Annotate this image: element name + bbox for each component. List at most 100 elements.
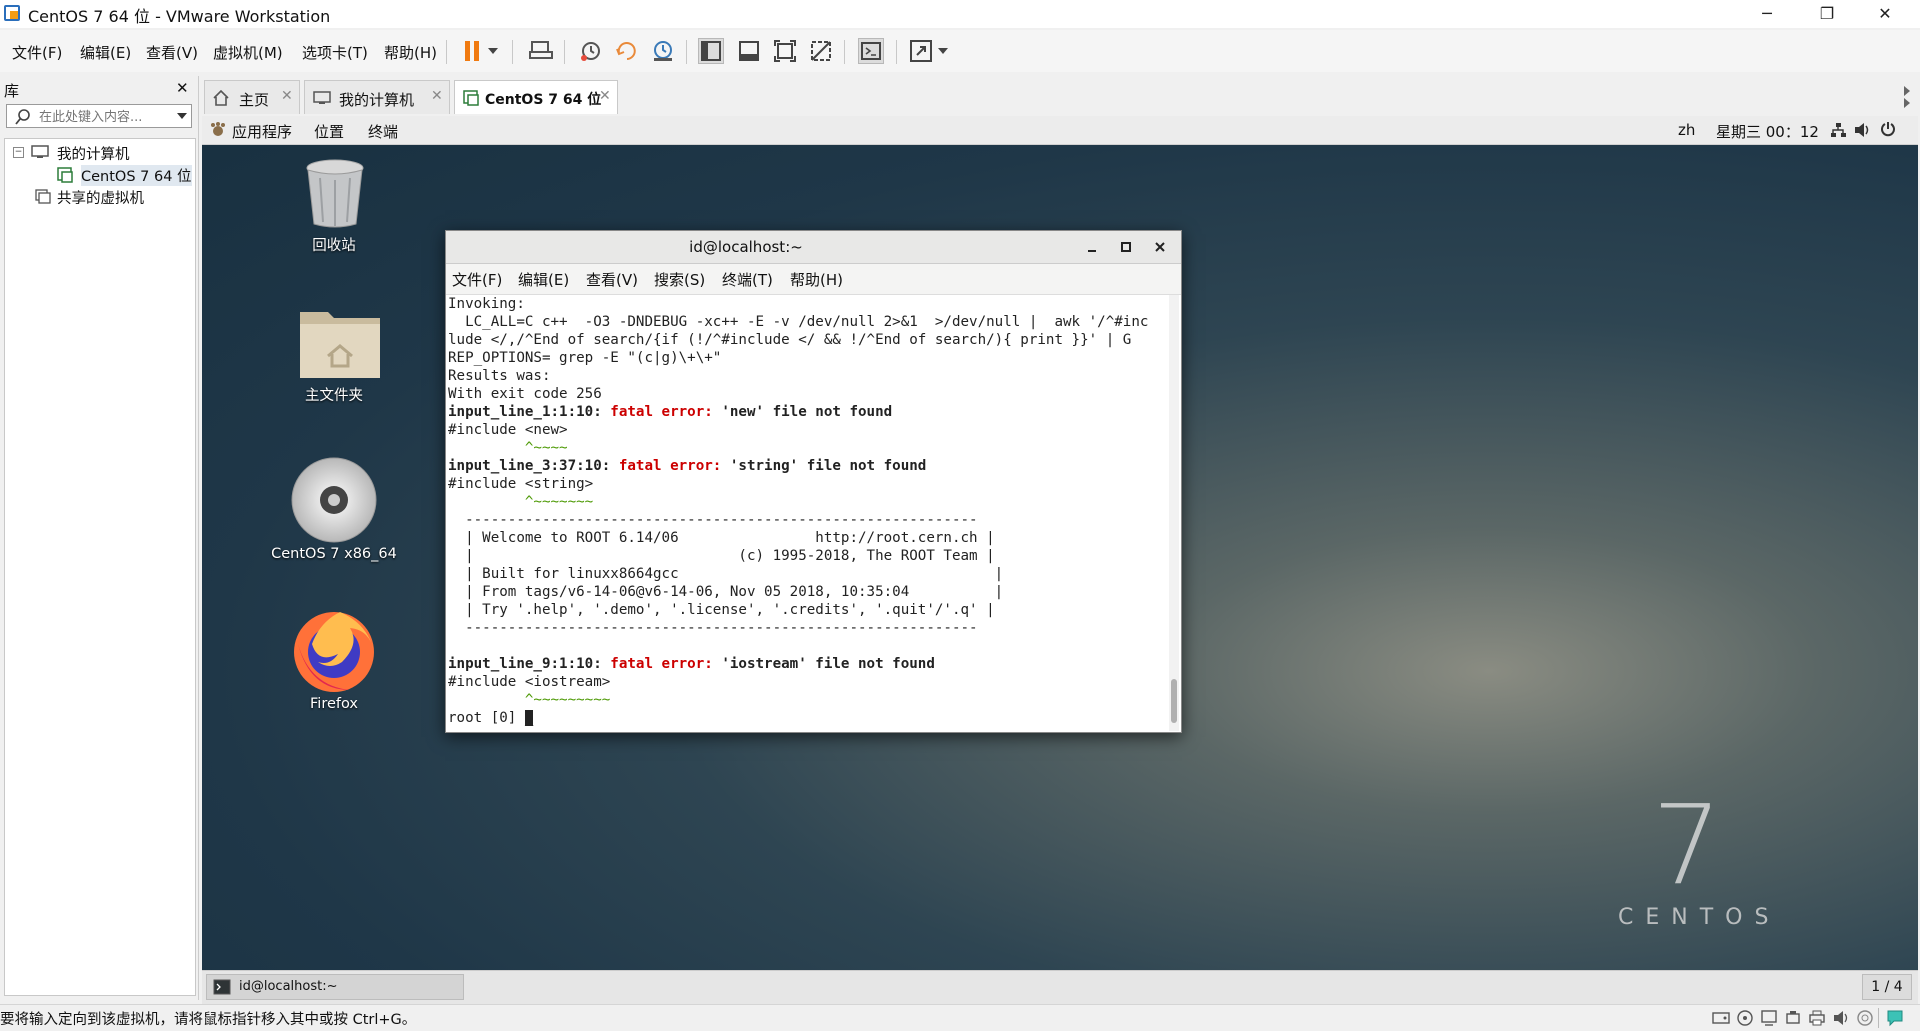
vm-icon — [57, 167, 73, 183]
terminal-scrollbar-thumb[interactable] — [1171, 679, 1177, 723]
trash-icon — [306, 159, 364, 228]
root-banner-line: | Welcome to ROOT 6.14/06 http://root.ce… — [448, 530, 995, 546]
terminal-icon — [213, 979, 231, 995]
message-log-icon[interactable] — [1886, 1009, 1904, 1027]
desktop-icon-dvd[interactable]: CentOS 7 x86_64 — [264, 454, 404, 564]
send-ctrl-alt-del-icon[interactable] — [528, 38, 554, 64]
desktop-label-firefox: Firefox — [310, 696, 358, 712]
tree-item-my-computer[interactable]: 我的计算机 — [57, 143, 130, 164]
terminal-menu-search[interactable]: 搜索(S) — [654, 269, 705, 290]
menu-file[interactable]: 文件(F) — [12, 42, 62, 63]
term-line: REP_OPTIONS= grep -E "(c|g)\+\+" — [448, 350, 722, 366]
gnome-applications-menu[interactable]: 应用程序 — [232, 121, 292, 142]
error-caret: ^~~~~~~~ — [448, 494, 594, 510]
minimize-icon[interactable] — [1086, 241, 1098, 253]
gnome-terminal-menu[interactable]: 终端 — [368, 121, 398, 142]
close-icon[interactable] — [1154, 241, 1166, 253]
volume-icon[interactable] — [1854, 122, 1872, 138]
console-view-icon[interactable] — [858, 38, 884, 64]
chevron-down-icon[interactable] — [486, 38, 500, 64]
stretch-guest-icon[interactable] — [908, 38, 934, 64]
error-label: fatal error: — [610, 404, 722, 420]
root-banner-line: ----------------------------------------… — [448, 512, 978, 528]
usb-icon[interactable] — [1784, 1009, 1802, 1027]
library-tree: − 我的计算机 CentOS 7 64 位 共享的虚拟机 — [4, 138, 196, 996]
search-icon — [15, 109, 30, 125]
tab-close-icon[interactable]: ✕ — [281, 88, 293, 104]
display-icon[interactable] — [1856, 1009, 1874, 1027]
library-search[interactable] — [6, 104, 192, 128]
input-language[interactable]: zh — [1678, 121, 1695, 139]
terminal-menu-bar: 文件(F) 编辑(E) 查看(V) 搜索(S) 终端(T) 帮助(H) — [446, 264, 1181, 295]
menu-vm[interactable]: 虚拟机(M) — [213, 42, 283, 63]
term-line: Invoking: — [448, 296, 525, 312]
optical-disc-icon — [291, 457, 377, 543]
gnome-clock[interactable]: 星期三 00：12 — [1716, 121, 1819, 142]
chevron-down-icon[interactable] — [177, 113, 187, 119]
show-library-icon[interactable] — [698, 38, 724, 64]
centos-brand-number: 7 — [1652, 781, 1722, 909]
chevron-down-icon[interactable] — [936, 38, 950, 64]
full-screen-icon[interactable] — [772, 38, 798, 64]
thumbnail-bar-icon[interactable] — [736, 38, 762, 64]
terminal-menu-help[interactable]: 帮助(H) — [790, 269, 843, 290]
minimize-button[interactable]: ─ — [1744, 0, 1790, 28]
gnome-window-list: id@localhost:~ 1 / 4 — [202, 970, 1918, 1005]
tab-centos-label: CentOS 7 64 位 — [485, 92, 602, 108]
tab-close-icon[interactable]: ✕ — [599, 88, 611, 104]
terminal-window[interactable]: id@localhost:~ 文件(F) 编辑(E) 查看(V) 搜索(S) 终… — [445, 230, 1182, 733]
status-bar: 要将输入定向到该虚拟机，请将鼠标指针移入其中或按 Ctrl+G。 — [0, 1004, 1920, 1031]
power-icon[interactable] — [1880, 121, 1896, 137]
terminal-output[interactable]: Invoking: LC_ALL=C c++ -O3 -DNDEBUG -xc+… — [448, 295, 1168, 727]
terminal-menu-file[interactable]: 文件(F) — [452, 269, 502, 290]
workspace-indicator[interactable]: 1 / 4 — [1862, 974, 1912, 1000]
unity-icon[interactable] — [808, 38, 834, 64]
gnome-top-bar: 应用程序 位置 终端 zh 星期三 00：12 — [202, 116, 1918, 145]
desktop-icon-home[interactable]: 主文件夹 — [264, 306, 404, 416]
tab-my-computer[interactable]: 我的计算机 ✕ — [304, 80, 450, 114]
library-close-button[interactable]: ✕ — [176, 79, 189, 97]
menu-edit[interactable]: 编辑(E) — [80, 42, 131, 63]
collapse-icon[interactable]: − — [13, 147, 24, 158]
network-icon[interactable] — [1830, 122, 1846, 138]
library-search-input[interactable] — [37, 107, 169, 127]
gnome-places-menu[interactable]: 位置 — [314, 121, 344, 142]
snapshot-icon[interactable] — [578, 38, 604, 64]
tab-home[interactable]: 主页 ✕ — [204, 80, 300, 114]
terminal-menu-view[interactable]: 查看(V) — [586, 269, 638, 290]
tab-scroll-right-icon[interactable] — [1902, 82, 1914, 112]
desktop-icon-firefox[interactable]: Firefox — [264, 604, 404, 714]
hard-disk-icon[interactable] — [1712, 1010, 1730, 1026]
menu-toolbar: 文件(F) 编辑(E) 查看(V) 虚拟机(M) 选项卡(T) 帮助(H) — [0, 30, 1920, 72]
vm-screen[interactable]: 应用程序 位置 终端 zh 星期三 00：12 回收站 主文件夹 CentOS … — [202, 116, 1918, 970]
maximize-icon[interactable] — [1120, 241, 1132, 253]
taskbar-item-terminal[interactable]: id@localhost:~ — [206, 974, 464, 1000]
cd-drive-icon[interactable] — [1736, 1009, 1754, 1027]
firefox-icon — [294, 612, 374, 692]
window-title: CentOS 7 64 位 - VMware Workstation — [28, 7, 331, 26]
desktop-icon-trash[interactable]: 回收站 — [264, 156, 404, 266]
menu-help[interactable]: 帮助(H) — [384, 42, 437, 63]
pause-icon[interactable] — [460, 38, 486, 64]
tree-item-shared-vms[interactable]: 共享的虚拟机 — [57, 187, 144, 208]
tab-centos[interactable]: CentOS 7 64 位 ✕ — [454, 80, 618, 114]
terminal-menu-terminal[interactable]: 终端(T) — [722, 269, 773, 290]
terminal-menu-edit[interactable]: 编辑(E) — [518, 269, 569, 290]
tree-item-centos[interactable]: CentOS 7 64 位 — [81, 165, 192, 186]
printer-icon[interactable] — [1808, 1009, 1826, 1027]
tab-my-computer-label: 我的计算机 — [339, 91, 415, 109]
root-banner-line: | From tags/v6-14-06@v6-14-06, Nov 05 20… — [448, 584, 1004, 600]
restore-button[interactable]: ❐ — [1804, 0, 1850, 28]
close-button[interactable]: ✕ — [1862, 0, 1908, 28]
error-message: 'new' file not found — [721, 404, 893, 420]
menu-view[interactable]: 查看(V) — [146, 42, 198, 63]
revert-snapshot-icon[interactable] — [614, 38, 640, 64]
menu-tabs[interactable]: 选项卡(T) — [302, 42, 368, 63]
terminal-scrollbar[interactable] — [1169, 295, 1179, 731]
tab-close-icon[interactable]: ✕ — [431, 88, 443, 104]
sound-icon[interactable] — [1832, 1009, 1850, 1027]
network-adapter-icon[interactable] — [1760, 1009, 1778, 1027]
terminal-title-bar: id@localhost:~ — [446, 231, 1181, 264]
error-location: input_line_9:1:10: — [448, 656, 611, 672]
snapshot-manager-icon[interactable] — [650, 38, 676, 64]
